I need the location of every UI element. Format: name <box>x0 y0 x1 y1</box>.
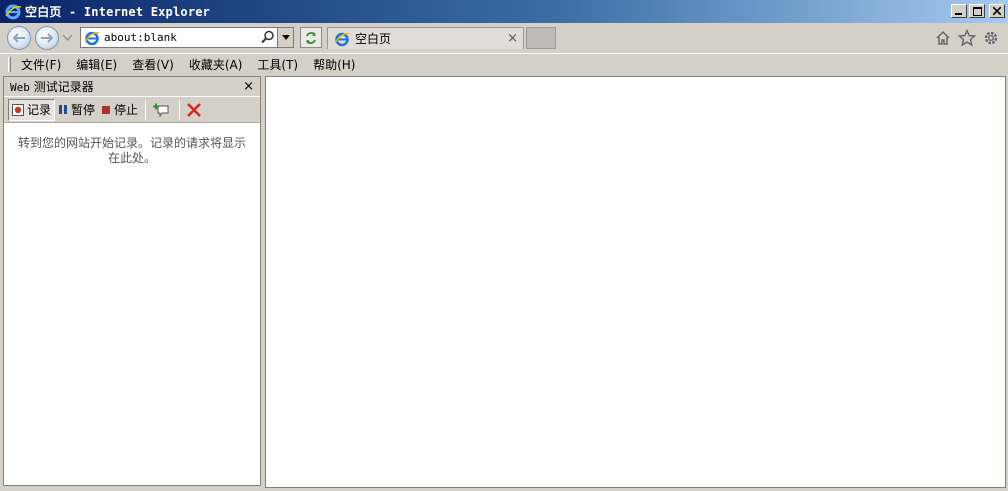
history-dropdown-icon[interactable] <box>63 35 72 41</box>
close-icon <box>993 7 1001 15</box>
new-tab-button[interactable] <box>526 27 556 49</box>
forward-arrow-icon <box>41 33 54 43</box>
recorder-empty-message: 转到您的网站开始记录。记录的请求将显示在此处。 <box>17 136 246 165</box>
add-comment-icon <box>153 103 169 117</box>
page-content-area[interactable] <box>265 76 1006 488</box>
pause-label: 暂停 <box>71 103 96 117</box>
star-icon <box>958 29 976 47</box>
record-icon <box>12 103 24 116</box>
panel-title: Web 测试记录器 <box>10 78 94 95</box>
recorder-toolbar: 记录 暂停 停止 <box>4 97 260 123</box>
record-button[interactable]: 记录 <box>8 98 56 121</box>
menu-file[interactable]: 文件(F) <box>21 56 61 73</box>
stop-label: 停止 <box>114 103 139 117</box>
panel-title-prefix: Web <box>10 81 30 94</box>
maximize-button[interactable] <box>969 4 985 18</box>
menu-view[interactable]: 查看(V) <box>132 56 174 73</box>
favorites-button[interactable] <box>958 29 976 47</box>
refresh-icon <box>306 31 316 44</box>
menu-edit[interactable]: 编辑(E) <box>76 56 117 73</box>
minimize-icon <box>955 13 962 15</box>
refresh-button[interactable] <box>300 27 322 48</box>
add-comment-button[interactable] <box>150 99 175 121</box>
home-icon <box>936 30 950 45</box>
menu-grip[interactable] <box>8 56 11 72</box>
pause-button[interactable]: 暂停 <box>55 99 98 121</box>
delete-button[interactable] <box>184 99 207 121</box>
panel-header: Web 测试记录器 × <box>4 77 260 97</box>
ie-icon <box>5 4 22 19</box>
window-title: 空白页 - Internet Explorer <box>25 5 211 19</box>
tools-button[interactable] <box>982 29 1000 47</box>
address-bar[interactable] <box>80 27 294 48</box>
toolbar-separator <box>179 99 181 120</box>
address-dropdown-button[interactable] <box>277 28 293 47</box>
forward-button[interactable] <box>35 26 59 50</box>
close-window-button[interactable] <box>989 4 1005 18</box>
web-test-recorder-panel: Web 测试记录器 × 记录 暂停 停止 转到您的网站开始记录。记录的请求将显示… <box>3 76 261 486</box>
maximize-icon <box>972 6 982 16</box>
tab-blank-page[interactable]: 空白页 × <box>327 27 524 49</box>
address-input[interactable] <box>104 29 254 46</box>
navigation-bar: 空白页 × <box>0 23 1008 53</box>
delete-icon <box>187 102 201 117</box>
search-icon[interactable] <box>261 30 275 44</box>
panel-title-rest: 测试记录器 <box>29 80 94 94</box>
ie-icon <box>84 31 100 45</box>
chevron-down-icon <box>281 35 290 40</box>
menu-bar: 文件(F) 编辑(E) 查看(V) 收藏夹(A) 工具(T) 帮助(H) <box>0 53 1008 74</box>
stop-icon <box>102 105 111 114</box>
back-arrow-icon <box>12 33 25 43</box>
back-button[interactable] <box>7 26 31 50</box>
title-bar: 空白页 - Internet Explorer <box>0 0 1008 23</box>
home-button[interactable] <box>934 29 952 47</box>
ie-icon <box>334 32 350 46</box>
pause-icon <box>59 105 68 114</box>
menu-favorites[interactable]: 收藏夹(A) <box>189 56 243 73</box>
stop-button[interactable]: 停止 <box>98 99 141 121</box>
record-label: 记录 <box>27 103 52 117</box>
menu-help[interactable]: 帮助(H) <box>313 56 355 73</box>
toolbar-separator <box>145 99 147 120</box>
gear-icon <box>984 31 998 45</box>
panel-close-button[interactable]: × <box>243 79 254 94</box>
menu-tools[interactable]: 工具(T) <box>257 56 298 73</box>
minimize-button[interactable] <box>951 4 967 18</box>
tab-title: 空白页 <box>355 32 392 46</box>
tab-close-button[interactable]: × <box>507 31 518 46</box>
